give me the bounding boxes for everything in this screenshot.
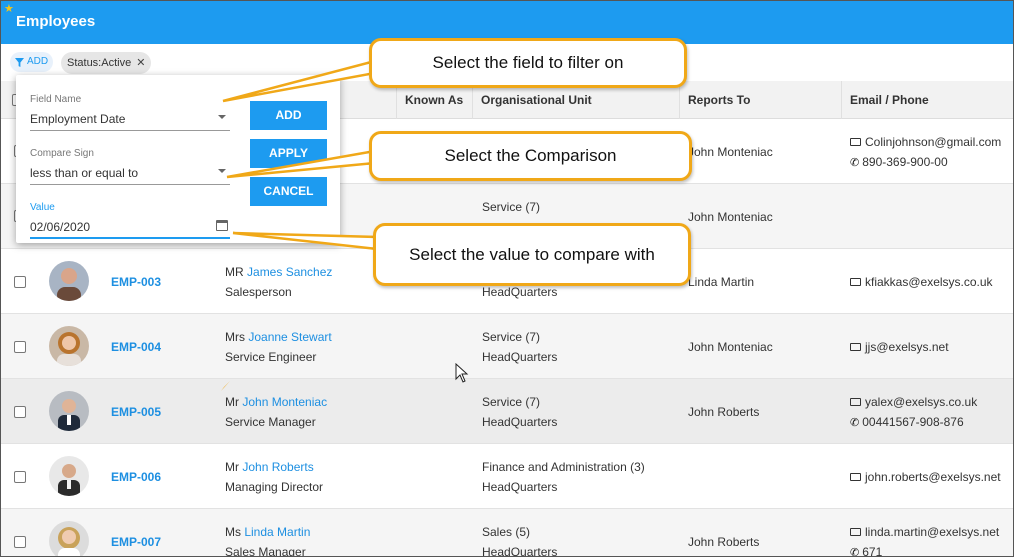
envelope-icon [850,343,861,351]
row-checkbox[interactable] [14,341,26,353]
callout-comparison: Select the Comparison [369,131,692,181]
field-name-label: Field Name [30,94,82,105]
column-email-phone[interactable]: Email / Phone [841,81,1005,119]
job-title: Service Manager [225,415,316,429]
employee-name: Mr John Roberts [225,460,314,474]
org-unit-location: HeadQuarters [482,285,558,299]
reports-to: John Monteniac [688,210,773,224]
filter-panel: Field Name Employment Date Compare Sign … [16,75,340,243]
employee-name-link[interactable]: James Sanchez [247,265,332,279]
cancel-button[interactable]: CANCEL [250,177,327,206]
email: john.roberts@exelsys.net [850,470,1001,484]
envelope-icon [850,528,861,536]
job-title: Service Engineer [225,350,317,364]
chevron-down-icon [218,169,226,173]
phone: ✆ 671 [850,545,883,557]
row-checkbox[interactable] [14,471,26,483]
employee-id-link[interactable]: EMP-005 [111,405,161,419]
job-title: Salesperson [225,285,292,299]
email: Colinjohnson@gmail.com [850,135,1001,149]
email: kfiakkas@exelsys.co.uk [850,275,993,289]
email: linda.martin@exelsys.net [850,525,999,539]
org-unit: Service (7) [482,395,541,409]
employee-name: Mr John Monteniac [225,395,328,409]
org-unit: Finance and Administration (3) [482,460,645,474]
envelope-icon [850,473,861,481]
reports-to: John Monteniac [688,340,773,354]
phone-icon: ✆ [850,547,860,557]
page-title: Employees [16,13,96,30]
status-filter-chip[interactable]: Status:Active ✕ [61,52,152,74]
callout-field: Select the field to filter on [369,38,687,88]
avatar [49,326,89,366]
add-filter-button[interactable]: ADD [10,52,54,72]
org-unit: Service (7) [482,330,541,344]
envelope-icon [850,398,861,406]
table-row[interactable]: EMP-005 Mr John Monteniac Service Manage… [1,379,1013,444]
reports-to: John Roberts [688,535,760,549]
reports-to: John Roberts [688,405,760,419]
chevron-down-icon [218,115,226,119]
apply-button[interactable]: APPLY [250,139,327,168]
close-icon[interactable]: ✕ [136,52,145,74]
employee-name-link[interactable]: Linda Martin [244,525,310,539]
phone: ✆ 00441567-908-876 [850,415,964,429]
compare-sign-label: Compare Sign [30,148,94,159]
column-reports-to[interactable]: Reports To [679,81,839,119]
employee-name-link[interactable]: John Monteniac [242,395,327,409]
compare-sign-select[interactable]: less than or equal to [30,166,230,185]
email: jjs@exelsys.net [850,340,949,354]
org-unit-location: HeadQuarters [482,415,558,429]
row-checkbox[interactable] [14,406,26,418]
calendar-icon[interactable] [216,220,228,231]
avatar [49,391,89,431]
org-unit-location: HeadQuarters [482,480,558,494]
row-checkbox[interactable] [14,536,26,548]
add-filter-label: ADD [27,56,49,67]
envelope-icon [850,138,861,146]
star-icon: ★ [4,3,14,15]
row-checkbox[interactable] [14,276,26,288]
phone-icon: ✆ [850,157,860,169]
mouse-cursor-icon [455,362,469,388]
avatar [49,456,89,496]
org-unit: Sales (5) [482,525,531,539]
employee-name: Mrs Joanne Stewart [225,330,332,344]
reports-to: Linda Martin [688,275,755,289]
employee-id-link[interactable]: EMP-006 [111,470,161,484]
chip-label: Status:Active [67,57,132,69]
job-title: Sales Manager [225,545,306,557]
avatar [49,261,89,301]
org-unit-location: HeadQuarters [482,350,558,364]
table-row[interactable]: EMP-007 Ms Linda Martin Sales Manager Sa… [1,509,1013,557]
avatar [49,521,89,556]
callout-value: Select the value to compare with [373,223,691,286]
org-unit: Service (7) [482,200,541,214]
field-name-select[interactable]: Employment Date [30,112,230,131]
envelope-icon [850,278,861,286]
job-title: Managing Director [225,480,324,494]
employee-id-link[interactable]: EMP-004 [111,340,161,354]
employee-name-link[interactable]: John Roberts [242,460,313,474]
app-window: ★ Employees ADD Status:Active ✕ Known As… [0,0,1014,557]
phone: ✆ 890-369-900-00 [850,155,948,169]
value-label: Value [30,202,55,213]
reports-to: John Monteniac [688,145,773,159]
phone-icon: ✆ [850,417,860,429]
add-button[interactable]: ADD [250,101,327,130]
table-row[interactable]: EMP-004 Mrs Joanne Stewart Service Engin… [1,314,1013,379]
table-row[interactable]: EMP-006 Mr John Roberts Managing Directo… [1,444,1013,509]
filter-icon [15,57,24,67]
org-unit-location: HeadQuarters [482,545,558,557]
email: yalex@exelsys.co.uk [850,395,977,409]
employee-name-link[interactable]: Joanne Stewart [248,330,331,344]
value-date-input[interactable]: 02/06/2020 [30,220,230,239]
employee-name: MR James Sanchez [225,265,333,279]
employee-id-link[interactable]: EMP-007 [111,535,161,549]
employee-id-link[interactable]: EMP-003 [111,275,161,289]
employee-name: Ms Linda Martin [225,525,311,539]
